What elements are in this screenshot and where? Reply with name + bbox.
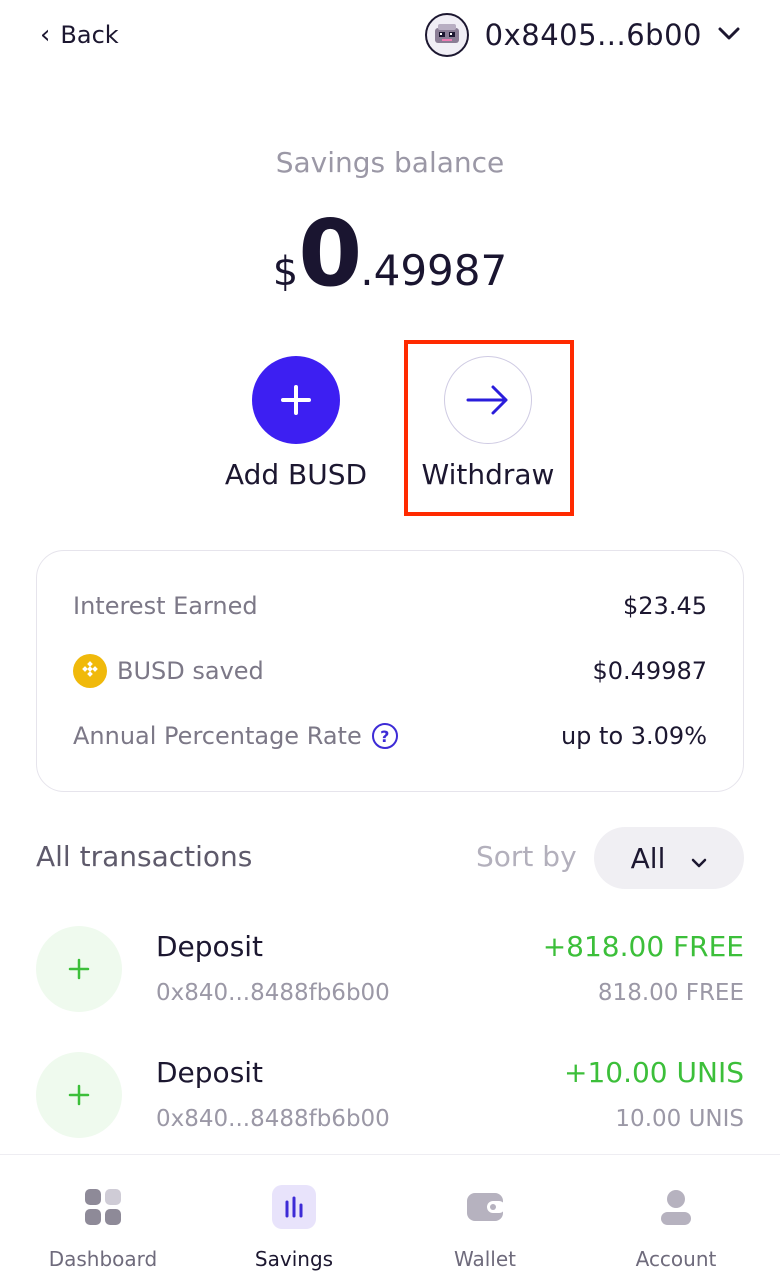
busd-saved-row: BUSD saved $0.49987 <box>73 653 707 689</box>
nav-item-dashboard[interactable]: Dashboard <box>8 1155 198 1280</box>
transaction-row[interactable]: Deposit 0x840...8488fb6b00 +818.00 FREE … <box>36 926 744 1016</box>
transaction-type: Deposit <box>156 930 264 963</box>
savings-screen: ‹ Back 0x8405...6b00 Savings balance $ 0… <box>0 0 780 1280</box>
busd-saved-value: $0.49987 <box>592 657 707 685</box>
wallet-selector[interactable]: 0x8405...6b00 <box>424 12 740 58</box>
plus-icon <box>36 1052 122 1138</box>
nav-item-savings[interactable]: Savings <box>199 1155 389 1280</box>
nav-label: Savings <box>254 1247 334 1271</box>
transaction-sub-amount: 818.00 FREE <box>597 980 744 1006</box>
chevron-down-icon <box>691 842 707 875</box>
help-icon[interactable]: ? <box>371 723 398 749</box>
interest-earned-label: Interest Earned <box>73 592 258 620</box>
nav-label: Account <box>635 1247 717 1271</box>
interest-earned-value: $23.45 <box>623 592 707 620</box>
sort-by-label: Sort by <box>476 840 577 873</box>
avatar <box>424 13 469 57</box>
add-busd-label: Add BUSD <box>224 458 368 491</box>
dashboard-icon <box>81 1185 125 1229</box>
interest-earned-row: Interest Earned $23.45 <box>73 588 707 624</box>
bottom-nav: Dashboard Savings Wallet Account <box>0 1154 780 1280</box>
nav-label: Dashboard <box>48 1247 158 1271</box>
apr-value: up to 3.09% <box>560 722 707 750</box>
balance-label: Savings balance <box>275 146 505 179</box>
sort-value: All <box>630 841 666 875</box>
balance-currency: $ <box>272 249 299 295</box>
account-icon <box>654 1185 698 1229</box>
savings-info-card: Interest Earned $23.45 BUSD saved $0.499… <box>36 550 744 792</box>
nav-label: Wallet <box>453 1247 516 1271</box>
transaction-sub-amount: 10.00 UNIS <box>615 1106 744 1132</box>
apr-label: Annual Percentage Rate <box>73 722 362 750</box>
transaction-amount: +818.00 FREE <box>542 930 744 963</box>
savings-balance: $ 0 .49987 <box>0 208 780 300</box>
back-label: Back <box>60 21 119 49</box>
balance-integer: 0 <box>298 200 362 307</box>
sort-dropdown[interactable]: All <box>594 827 744 889</box>
nav-item-wallet[interactable]: Wallet <box>390 1155 580 1280</box>
apr-row: Annual Percentage Rate ? up to 3.09% <box>73 718 707 754</box>
chevron-down-icon <box>718 26 740 45</box>
chevron-left-icon: ‹ <box>40 20 51 50</box>
transaction-row[interactable]: Deposit 0x840...8488fb6b00 +10.00 UNIS 1… <box>36 1052 744 1142</box>
transaction-address: 0x840...8488fb6b00 <box>156 980 390 1006</box>
transaction-address: 0x840...8488fb6b00 <box>156 1106 390 1132</box>
transaction-amount: +10.00 UNIS <box>564 1056 744 1089</box>
withdraw-highlight-box <box>404 340 574 516</box>
wallet-icon <box>463 1185 507 1229</box>
balance-decimal: .49987 <box>360 246 508 295</box>
busd-coin-icon <box>73 654 107 688</box>
back-button[interactable]: ‹ Back <box>40 18 119 52</box>
transactions-title: All transactions <box>36 840 253 873</box>
add-busd-button[interactable]: Add BUSD <box>220 356 372 491</box>
savings-icon <box>272 1185 316 1229</box>
transaction-type: Deposit <box>156 1056 264 1089</box>
wallet-address: 0x8405...6b00 <box>484 18 702 52</box>
plus-icon <box>252 356 340 444</box>
nav-item-account[interactable]: Account <box>581 1155 771 1280</box>
busd-saved-label: BUSD saved <box>117 657 264 685</box>
plus-icon <box>36 926 122 1012</box>
